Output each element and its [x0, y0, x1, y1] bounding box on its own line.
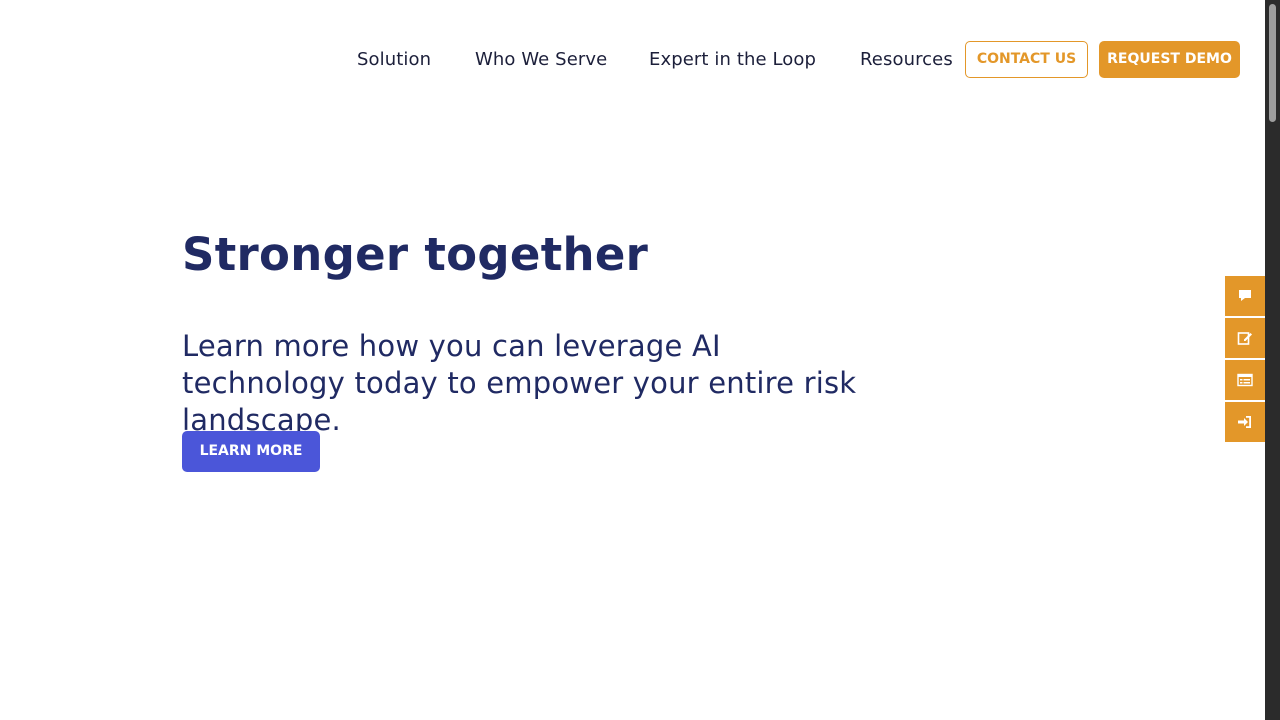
edit-icon	[1237, 332, 1252, 345]
hero-title: Stronger together	[182, 228, 649, 281]
chat-icon	[1239, 290, 1251, 301]
vertical-scrollbar[interactable]	[1265, 0, 1280, 720]
hero-subtitle: Learn more how you can leverage AI techn…	[182, 329, 857, 437]
side-tabs	[1225, 276, 1265, 444]
nav-link-who-we-serve[interactable]: Who We Serve	[475, 41, 607, 79]
learn-more-button[interactable]: LEARN MORE	[182, 431, 320, 472]
form-icon	[1237, 373, 1253, 387]
contact-us-button[interactable]: CONTACT US	[965, 41, 1088, 78]
scrollbar-thumb[interactable]	[1269, 4, 1276, 122]
request-demo-button[interactable]: REQUEST DEMO	[1099, 41, 1240, 78]
page: Solution Who We Serve Expert in the Loop…	[0, 0, 1280, 720]
nav-link-resources[interactable]: Resources	[860, 41, 953, 79]
side-tab-chat[interactable]	[1225, 276, 1265, 316]
login-icon	[1238, 416, 1251, 428]
nav-link-solution[interactable]: Solution	[357, 41, 431, 79]
side-tab-form[interactable]	[1225, 360, 1265, 400]
nav-link-expert-in-the-loop[interactable]: Expert in the Loop	[649, 41, 816, 79]
side-tab-edit[interactable]	[1225, 318, 1265, 358]
side-tab-login[interactable]	[1225, 402, 1265, 442]
top-navigation: Solution Who We Serve Expert in the Loop…	[0, 41, 1265, 79]
